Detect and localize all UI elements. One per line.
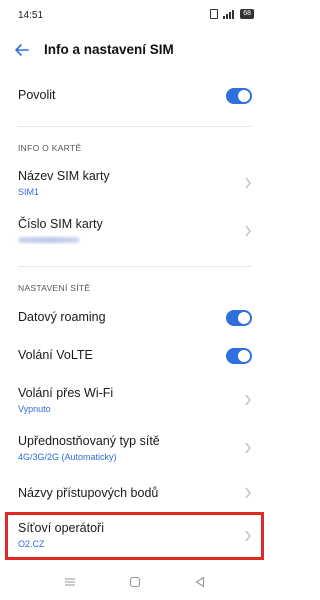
- app-header: Info a nastavení SIM: [0, 30, 270, 70]
- sim-name-label: Název SIM karty: [18, 169, 110, 183]
- network-operators-value: O2.CZ: [18, 539, 45, 549]
- sim-number-value-blurred: [18, 237, 80, 243]
- chevron-right-icon: [245, 225, 251, 237]
- network-operators-row[interactable]: Síťoví operátoři O2.CZ: [0, 521, 270, 553]
- enable-toggle[interactable]: [226, 88, 252, 104]
- home-icon[interactable]: [129, 576, 141, 588]
- divider: [18, 126, 252, 127]
- preferred-network-label: Upřednostňovaný typ sítě: [18, 434, 160, 448]
- apn-label: Názvy přístupových bodů: [18, 486, 159, 500]
- wifi-calling-row[interactable]: Volání přes Wi-Fi Vypnuto: [0, 386, 270, 418]
- back-triangle-icon[interactable]: [194, 576, 206, 588]
- data-roaming-toggle[interactable]: [226, 310, 252, 326]
- back-arrow-icon[interactable]: [14, 42, 30, 58]
- sim-name-value: SIM1: [18, 187, 40, 197]
- chevron-right-icon: [245, 177, 251, 189]
- toggle-knob: [238, 312, 250, 324]
- status-icons: 68: [210, 9, 254, 19]
- section-header-card-info: INFO O KARTĚ: [18, 143, 82, 153]
- enable-row[interactable]: Povolit: [0, 88, 270, 108]
- vibrate-icon: [210, 9, 219, 19]
- sim-name-row[interactable]: Název SIM karty SIM1: [0, 169, 270, 201]
- apn-row[interactable]: Názvy přístupových bodů: [0, 486, 270, 502]
- toggle-knob: [238, 90, 250, 102]
- status-time: 14:51: [18, 10, 44, 21]
- wifi-calling-label: Volání přes Wi-Fi: [18, 386, 114, 400]
- system-nav-bar: [0, 568, 270, 600]
- chevron-right-icon: [245, 394, 251, 406]
- network-operators-label: Síťoví operátoři: [18, 521, 104, 535]
- volte-toggle[interactable]: [226, 348, 252, 364]
- sim-number-row[interactable]: Číslo SIM karty: [0, 217, 270, 249]
- signal-icon: [223, 9, 235, 19]
- status-bar: 14:51 68: [0, 0, 270, 30]
- chevron-right-icon: [245, 487, 251, 499]
- page-title: Info a nastavení SIM: [44, 42, 174, 57]
- section-header-network: NASTAVENÍ SÍTĚ: [18, 283, 91, 293]
- chevron-right-icon: [245, 442, 251, 454]
- divider: [18, 266, 252, 267]
- wifi-calling-value: Vypnuto: [18, 404, 51, 414]
- battery-icon: 68: [240, 9, 254, 19]
- sim-number-label: Číslo SIM karty: [18, 217, 103, 231]
- volte-row[interactable]: Volání VoLTE: [0, 348, 270, 368]
- preferred-network-row[interactable]: Upřednostňovaný typ sítě 4G/3G/2G (Autom…: [0, 434, 270, 466]
- battery-level: 68: [243, 10, 251, 17]
- data-roaming-row[interactable]: Datový roaming: [0, 310, 270, 330]
- chevron-right-icon: [245, 530, 251, 542]
- preferred-network-value: 4G/3G/2G (Automaticky): [18, 452, 117, 462]
- toggle-knob: [238, 350, 250, 362]
- menu-icon[interactable]: [64, 576, 76, 588]
